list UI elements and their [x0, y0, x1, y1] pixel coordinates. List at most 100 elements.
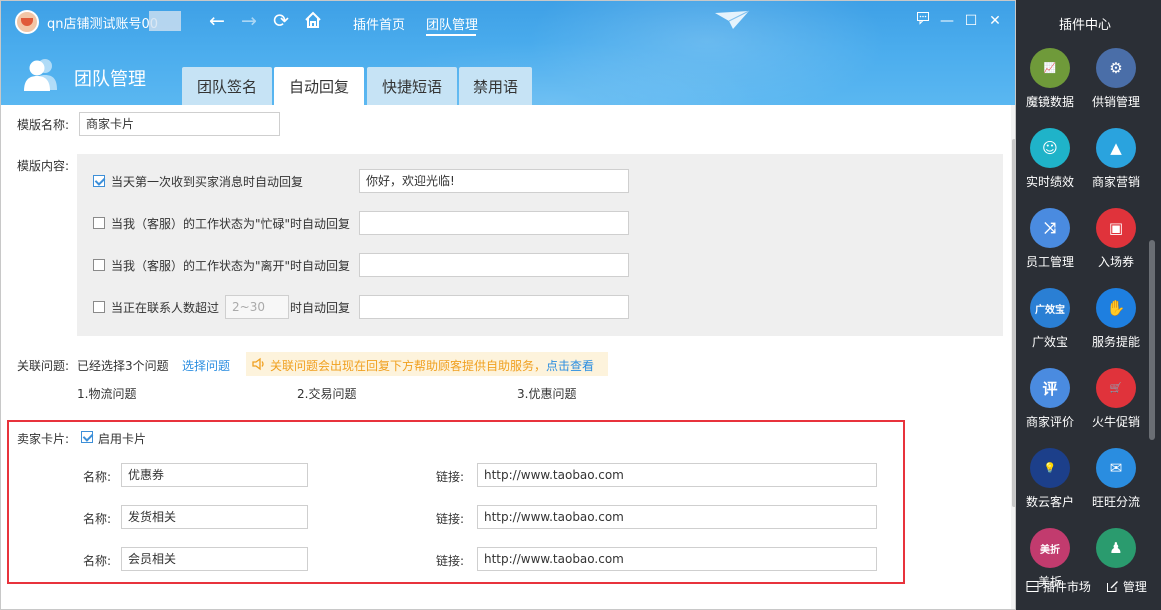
plugin-name: 供销管理 — [1091, 95, 1140, 109]
tip-text: 关联问题会出现在回复下方帮助顾客提供自助服务，点击查看 — [270, 357, 594, 374]
review-icon: 评 — [1030, 368, 1070, 408]
card-name-input[interactable]: 发货相关 — [121, 505, 308, 529]
plugin-name: 数云客户 — [1025, 495, 1074, 509]
card-link-input[interactable]: http://www.taobao.com — [477, 505, 877, 529]
rule-busy-reply-input[interactable] — [359, 211, 629, 235]
performance-icon: ☺ — [1030, 128, 1070, 168]
plugin-item[interactable]: 广效宝 广效宝 — [1018, 288, 1082, 362]
plugin-item[interactable]: 🛒 火牛促销 — [1084, 368, 1148, 442]
plugin-item[interactable]: 评商家评价 — [1018, 368, 1082, 442]
edit-icon — [1107, 581, 1118, 592]
header-bar: qn店铺测试账号00 ← → ⟳ 插件首页 团队管理 — ☐ ✕ 团队管理 团队… — [1, 1, 1015, 105]
plugin-item[interactable]: ▣ 入场券 — [1084, 208, 1148, 282]
top-tab-team-management[interactable]: 团队管理 — [426, 14, 478, 33]
contacts-threshold-input[interactable]: 2~30 — [225, 295, 289, 319]
card-link-input[interactable]: http://www.taobao.com — [477, 547, 877, 571]
related-questions-label: 关联问题: — [17, 359, 70, 373]
window-controls: — ☐ ✕ — [911, 11, 1007, 31]
plugin-item[interactable]: ⤨ 员工管理 — [1018, 208, 1082, 282]
refresh-icon[interactable]: ⟳ — [270, 10, 292, 32]
plugin-scrollbar[interactable] — [1149, 240, 1155, 440]
close-icon[interactable]: ✕ — [983, 11, 1007, 31]
rule-away-label: 当我（客服）的工作状态为"离开"时自动回复 — [111, 259, 351, 273]
plugin-item[interactable]: ⚙ 供销管理 — [1084, 48, 1148, 122]
plugin-item[interactable]: 📈 魔镜数据 — [1018, 48, 1082, 122]
card-name-label: 名称: — [83, 512, 112, 526]
template-name-label: 模版名称: — [17, 118, 70, 132]
rule-first-message-checkbox[interactable] — [93, 175, 105, 187]
plugin-center-panel: 插件中心 📈 魔镜数据 ⚙ 供销管理 ☺ 实时绩效 ▲ 商家营销 ⤨ 员工管理 ▣ 入场券 广效宝 广效宝… — [1016, 0, 1161, 610]
rule-busy-checkbox[interactable] — [93, 217, 105, 229]
market-icon — [1026, 581, 1039, 592]
plugin-market-label: 插件市场 — [1042, 580, 1091, 594]
plugin-name: 商家评价 — [1025, 415, 1074, 429]
question-item: 3.优惠问题 — [517, 387, 577, 401]
minimize-icon[interactable]: — — [935, 11, 959, 31]
page-title: 团队管理 — [74, 69, 146, 90]
rule-busy-label: 当我（客服）的工作状态为"忙碌"时自动回复 — [111, 217, 351, 231]
plugin-name: 火牛促销 — [1091, 415, 1140, 429]
top-tab-plugin-home[interactable]: 插件首页 — [353, 14, 405, 33]
plugin-item[interactable]: ☺ 实时绩效 — [1018, 128, 1082, 202]
chat-icon[interactable] — [911, 11, 935, 31]
service-icon: ✋ — [1096, 288, 1136, 328]
supply-icon: ⚙ — [1096, 48, 1136, 88]
speaker-icon — [252, 357, 264, 371]
plugin-manage-button[interactable]: 管理 — [1106, 578, 1147, 595]
card-link-label: 链接: — [436, 554, 465, 568]
plugin-name: 员工管理 — [1025, 255, 1074, 269]
template-content-label: 模版内容: — [17, 159, 70, 173]
chart-icon: 📈 — [1030, 48, 1070, 88]
account-name: qn店铺测试账号00 — [47, 17, 159, 32]
rule-contacts-checkbox[interactable] — [93, 301, 105, 313]
promo-icon: 🛒 — [1096, 368, 1136, 408]
plugin-item[interactable]: 💡 数云客户 — [1018, 448, 1082, 522]
tab-banned-words[interactable]: 禁用语 — [459, 67, 532, 105]
tab-team-signature[interactable]: 团队签名 — [182, 67, 272, 105]
seller-card-label: 卖家卡片: — [17, 432, 70, 446]
plugin-market-button[interactable]: 插件市场 — [1026, 578, 1091, 595]
question-item: 1.物流问题 — [77, 387, 137, 401]
paper-plane-icon — [715, 10, 750, 29]
account-avatar[interactable] — [15, 10, 39, 34]
maximize-icon[interactable]: ☐ — [959, 11, 983, 31]
plugin-name: 旺旺分流 — [1091, 495, 1140, 509]
tab-quick-phrases[interactable]: 快捷短语 — [367, 67, 457, 105]
plugin-item[interactable]: ✉ 旺旺分流 — [1084, 448, 1148, 522]
rule-contacts-label: 当正在联系人数超过 — [111, 301, 220, 315]
card-name-label: 名称: — [83, 470, 112, 484]
plugin-icon: ♟ — [1096, 528, 1136, 568]
card-name-input[interactable]: 会员相关 — [121, 547, 308, 571]
home-icon[interactable] — [302, 10, 324, 32]
related-questions-status: 已经选择3个问题 — [77, 359, 169, 373]
plugin-name: 魔镜数据 — [1025, 95, 1074, 109]
rule-first-message-reply-input[interactable]: 你好，欢迎光临! — [359, 169, 629, 193]
rule-away-checkbox[interactable] — [93, 259, 105, 271]
card-link-input[interactable]: http://www.taobao.com — [477, 463, 877, 487]
select-questions-link[interactable]: 选择问题 — [182, 357, 230, 374]
plugin-item[interactable]: ✋ 服务提能 — [1084, 288, 1148, 362]
rule-first-message-label: 当天第一次收到买家消息时自动回复 — [111, 175, 304, 189]
rule-contacts-reply-input[interactable] — [359, 295, 629, 319]
view-details-link[interactable]: 点击查看 — [546, 359, 594, 373]
card-name-input[interactable]: 优惠券 — [121, 463, 308, 487]
rule-away-reply-input[interactable] — [359, 253, 629, 277]
customer-icon: 💡 — [1030, 448, 1070, 488]
plugin-name: 入场券 — [1097, 255, 1134, 269]
discount-icon: 美折 — [1030, 528, 1070, 568]
plugin-center-title: 插件中心 — [1058, 18, 1111, 33]
plugin-item[interactable]: ▲ 商家营销 — [1084, 128, 1148, 202]
card-name-label: 名称: — [83, 554, 112, 568]
tab-auto-reply[interactable]: 自动回复 — [274, 67, 364, 105]
back-arrow-icon[interactable]: ← — [206, 10, 228, 32]
tip-banner: 关联问题会出现在回复下方帮助顾客提供自助服务，点击查看 — [246, 352, 608, 376]
template-name-input[interactable]: 商家卡片 — [79, 112, 280, 136]
team-icon — [24, 59, 57, 91]
plugin-name: 实时绩效 — [1025, 175, 1074, 189]
staff-icon: ⤨ — [1030, 208, 1070, 248]
auto-reply-form: 模版名称: 商家卡片 模版内容: 当天第一次收到买家消息时自动回复 你好，欢迎光… — [1, 105, 1015, 609]
enable-card-checkbox[interactable] — [81, 431, 93, 443]
forward-arrow-icon[interactable]: → — [238, 10, 260, 32]
shunt-icon: ✉ — [1096, 448, 1136, 488]
plugin-name: 广效宝 — [1031, 335, 1068, 349]
